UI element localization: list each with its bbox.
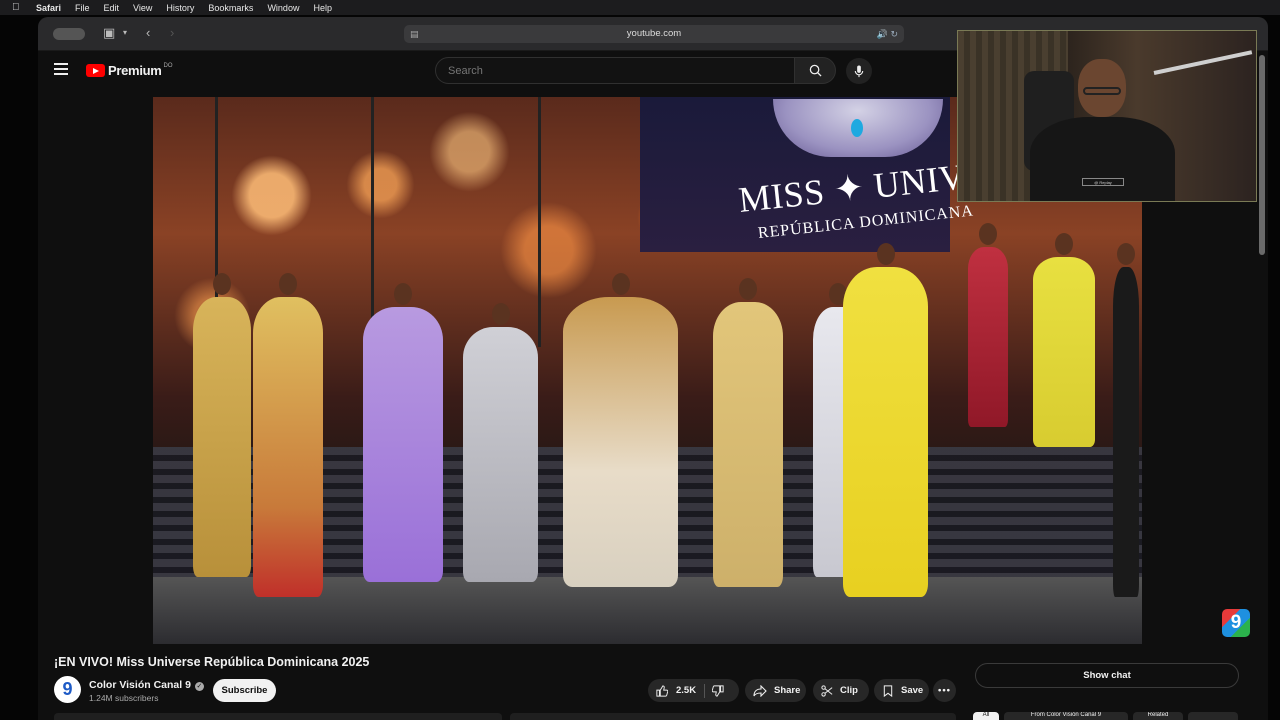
channel-name[interactable]: Color Visión Canal 9 (89, 679, 191, 691)
more-actions-button[interactable]: ••• (933, 679, 956, 702)
menu-window[interactable]: Window (267, 3, 299, 13)
thumbs-up-icon (656, 684, 668, 697)
verified-icon: ✓ (194, 682, 204, 691)
contestant-head (394, 283, 412, 305)
menu-history[interactable]: History (166, 3, 194, 13)
logo-country-code: DO (163, 62, 173, 69)
contestant-head (213, 273, 231, 295)
page-scrollbar[interactable] (1258, 55, 1266, 255)
tab-group-toggle[interactable] (53, 28, 85, 40)
contestant (463, 303, 538, 582)
contestant (1033, 233, 1095, 447)
page-menu-icon[interactable]: ▤ (410, 25, 419, 43)
chip-from-channel[interactable]: From Color Visión Canal 9 (1004, 712, 1128, 720)
macos-menu-bar:  Safari File Edit View History Bookmark… (0, 0, 1280, 15)
glasses (1083, 87, 1121, 95)
subscribe-button[interactable]: Subscribe (213, 679, 276, 702)
channel-9-logo: 9 (1222, 609, 1250, 637)
video-title: ¡EN VIVO! Miss Universe República Domini… (54, 655, 370, 669)
description-box[interactable] (54, 713, 502, 720)
like-divider (704, 683, 706, 698)
thumbs-down-icon (712, 684, 724, 697)
reload-icon[interactable]: 🔊 ↻ (877, 25, 898, 43)
dislike-button[interactable] (712, 684, 724, 697)
stage-pillar (538, 97, 541, 347)
contestant-head (1055, 233, 1073, 255)
scissors-icon (821, 684, 833, 697)
like-count: 2.5K (676, 685, 697, 696)
menu-file[interactable]: File (75, 3, 90, 13)
menu-view[interactable]: View (133, 3, 152, 13)
like-dislike-group: 2.5K (648, 679, 739, 702)
save-label: Save (901, 685, 924, 696)
youtube-play-icon (86, 64, 105, 77)
search-button[interactable] (794, 57, 836, 84)
shirt-badge: @ Replay (1082, 178, 1124, 186)
crown-gem (851, 119, 863, 137)
apple-icon[interactable]:  (12, 2, 24, 13)
sidebar-icon[interactable]: ▣ (103, 25, 115, 41)
forward-icon[interactable]: › (170, 25, 174, 41)
show-chat-button[interactable]: Show chat (975, 663, 1239, 688)
chip-related[interactable]: Related (1133, 712, 1183, 720)
menu-edit[interactable]: Edit (104, 3, 120, 13)
search-icon (809, 64, 822, 77)
contestant-head (611, 273, 630, 295)
chevron-down-icon[interactable]: ▾ (123, 25, 127, 41)
chip-all[interactable]: All (973, 712, 999, 720)
contestant (713, 278, 783, 587)
contestant (563, 273, 678, 587)
comments-box[interactable] (510, 713, 956, 720)
contestant (193, 273, 251, 577)
contestant (843, 243, 928, 597)
voice-search-button[interactable] (846, 58, 872, 84)
share-label: Share (774, 685, 801, 696)
contestant-head (876, 243, 895, 265)
mic-arm (1153, 50, 1253, 75)
menu-help[interactable]: Help (313, 3, 332, 13)
channel-avatar[interactable]: 9 (54, 676, 81, 703)
contestant (253, 273, 323, 597)
search-box (435, 57, 795, 84)
more-horizontal-icon: ••• (938, 685, 951, 696)
menu-bookmarks[interactable]: Bookmarks (208, 3, 253, 13)
subscriber-count: 1.24M subscribers (89, 693, 159, 703)
contestant-head (979, 223, 997, 245)
channel-name-row: Color Visión Canal 9 ✓ (89, 679, 204, 691)
contestant-head (739, 278, 757, 300)
contestant-head (279, 273, 297, 295)
search-input[interactable] (436, 58, 794, 83)
clip-button[interactable]: Clip (813, 679, 869, 702)
save-button[interactable]: Save (874, 679, 929, 702)
address-text: youtube.com (626, 28, 682, 39)
host-head (1117, 243, 1135, 265)
share-icon (753, 684, 767, 697)
bookmark-icon (883, 684, 893, 697)
share-button[interactable]: Share (745, 679, 806, 702)
scrollbar-thumb[interactable] (1259, 55, 1265, 255)
contestant (968, 223, 1008, 427)
microphone-icon (854, 64, 864, 77)
address-bar[interactable]: ▤ youtube.com 🔊 ↻ (404, 25, 904, 43)
streamer-shirt (1030, 117, 1175, 201)
back-icon[interactable]: ‹ (146, 25, 150, 41)
chip-more[interactable] (1188, 712, 1238, 720)
stage-pillar (371, 97, 374, 347)
webcam-overlay: @ Replay (957, 30, 1257, 202)
menu-app-safari[interactable]: Safari (36, 3, 61, 13)
host (1113, 243, 1139, 597)
menu-icon[interactable] (54, 63, 68, 75)
like-button[interactable]: 2.5K (656, 684, 697, 697)
logo-premium-text: Premium (108, 63, 162, 78)
youtube-logo[interactable]: Premium DO (86, 63, 173, 78)
contestant (363, 283, 443, 582)
contestant-head (491, 303, 510, 325)
clip-label: Clip (840, 685, 858, 696)
